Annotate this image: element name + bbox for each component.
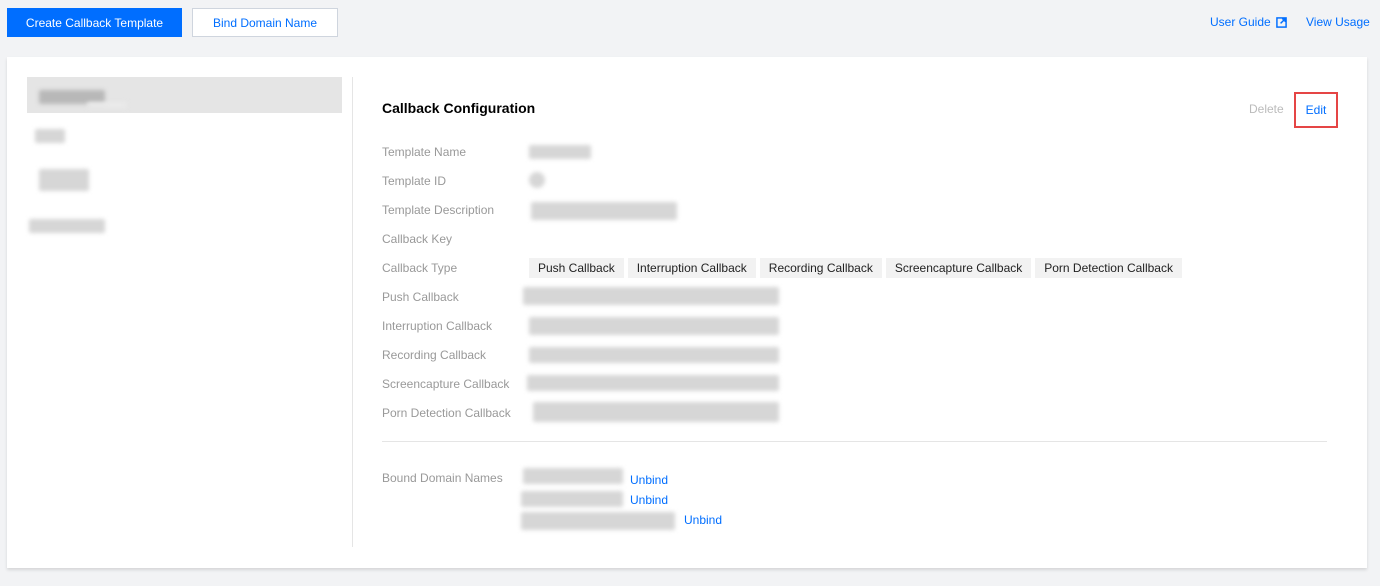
section-divider xyxy=(382,441,1327,442)
bind-domain-name-button[interactable]: Bind Domain Name xyxy=(192,8,338,37)
create-callback-template-button[interactable]: Create Callback Template xyxy=(7,8,182,37)
unbind-link[interactable]: Unbind xyxy=(630,493,668,507)
field-label: Bound Domain Names xyxy=(382,471,503,485)
template-list-item[interactable] xyxy=(27,209,342,245)
field-label: Porn Detection Callback xyxy=(382,406,511,420)
callback-type-tag: Recording Callback xyxy=(759,258,882,278)
field-template-id: Template ID xyxy=(382,172,532,190)
callback-type-tag: Porn Detection Callback xyxy=(1035,258,1182,278)
field-label: Screencapture Callback xyxy=(382,377,510,391)
field-label: Template ID xyxy=(382,174,447,188)
user-guide-label: User Guide xyxy=(1210,15,1271,29)
edit-highlight-box: Edit xyxy=(1294,92,1338,128)
panel-divider xyxy=(352,77,353,547)
field-label: Callback Key xyxy=(382,232,453,246)
field-label: Interruption Callback xyxy=(382,319,493,333)
toolbar: Create Callback Template Bind Domain Nam… xyxy=(0,0,1380,48)
field-label: Template Description xyxy=(382,203,495,217)
template-list xyxy=(7,57,352,568)
user-guide-link[interactable]: User Guide xyxy=(1210,15,1287,29)
field-interruption-callback: Interruption Callback xyxy=(382,317,532,335)
field-porn-detection-callback: Porn Detection Callback xyxy=(382,404,532,422)
field-recording-callback: Recording Callback xyxy=(382,346,532,364)
template-list-item[interactable] xyxy=(27,163,342,199)
template-list-item[interactable] xyxy=(27,77,342,113)
field-label: Template Name xyxy=(382,145,467,159)
unbind-link[interactable]: Unbind xyxy=(630,473,668,487)
callback-type-tag: Interruption Callback xyxy=(627,258,756,278)
view-usage-link[interactable]: View Usage xyxy=(1306,15,1370,29)
callback-template-panel: Callback Configuration Delete Edit Templ… xyxy=(7,57,1367,568)
field-template-name: Template Name xyxy=(382,143,532,161)
section-title: Callback Configuration xyxy=(382,100,536,116)
callback-type-tag: Screencapture Callback xyxy=(885,258,1032,278)
unbind-link[interactable]: Unbind xyxy=(684,513,722,527)
field-template-description: Template Description xyxy=(382,201,532,219)
field-callback-type: Callback Type xyxy=(382,259,532,277)
field-push-callback: Push Callback xyxy=(382,288,532,306)
field-label: Recording Callback xyxy=(382,348,487,362)
template-list-item[interactable] xyxy=(27,119,342,155)
field-bound-domain-names: Bound Domain Names xyxy=(382,469,532,487)
callback-type-tags: Push Callback Interruption Callback Reco… xyxy=(529,258,1182,278)
edit-link[interactable]: Edit xyxy=(1306,103,1327,117)
field-callback-key: Callback Key xyxy=(382,230,532,248)
external-link-icon xyxy=(1275,16,1287,28)
field-label: Push Callback xyxy=(382,290,459,304)
field-label: Callback Type xyxy=(382,261,458,275)
callback-type-tag: Push Callback xyxy=(529,258,624,278)
field-screencapture-callback: Screencapture Callback xyxy=(382,375,532,393)
delete-link[interactable]: Delete xyxy=(1249,102,1284,116)
